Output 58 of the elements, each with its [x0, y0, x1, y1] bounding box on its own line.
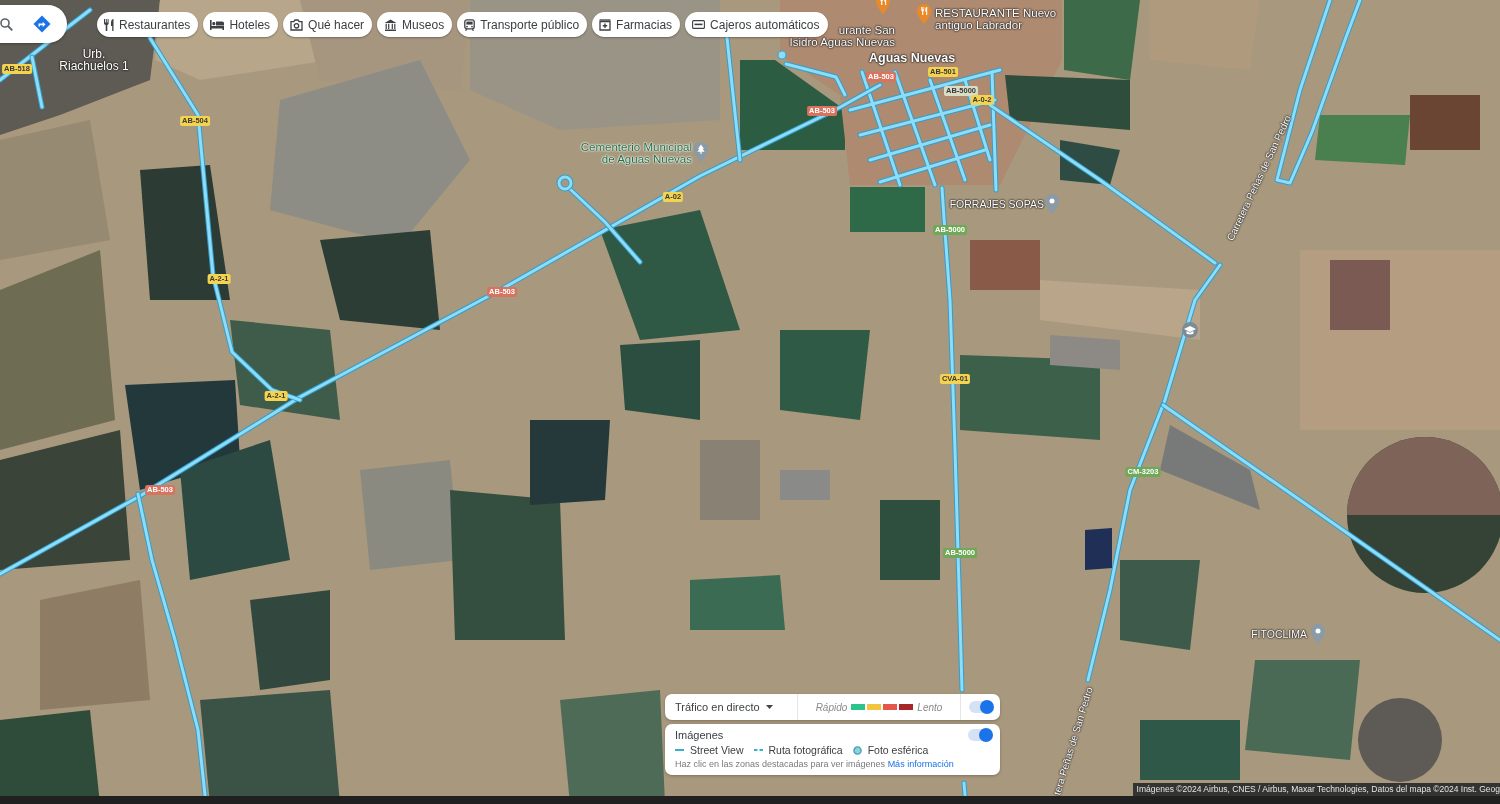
place-label: Riachuelos 1 — [59, 60, 129, 72]
category-chip[interactable]: Farmacias — [592, 12, 681, 37]
legend-label: Foto esférica — [867, 744, 929, 756]
speed-label: Rápido — [815, 701, 848, 713]
museum-icon — [384, 18, 398, 31]
circle-icon — [852, 745, 862, 755]
street-view-line[interactable] — [783, 61, 848, 98]
legend-label: Ruta fotográfica — [768, 744, 843, 756]
tree-pin-icon[interactable] — [694, 142, 708, 162]
place-label[interactable]: FORRAJES SOPAS — [949, 199, 1044, 211]
line-icon — [675, 749, 684, 751]
tram-icon — [464, 18, 476, 31]
directions-icon[interactable] — [33, 15, 51, 33]
bed-icon — [210, 19, 225, 30]
search-icon[interactable] — [0, 17, 13, 31]
graduation-cap-icon[interactable] — [1182, 322, 1198, 338]
layer-title: Imágenes — [675, 729, 724, 741]
street-view-line[interactable] — [147, 35, 303, 403]
fork-knife-pin-icon[interactable] — [876, 0, 890, 14]
place-label[interactable]: antiguo Labrador — [935, 19, 1022, 31]
caret-icon — [765, 705, 773, 709]
camera-icon — [290, 18, 304, 31]
place-label[interactable]: FITOCLIMA — [1251, 629, 1307, 641]
category-chip[interactable]: Museos — [377, 12, 453, 37]
place-label: Urb. — [82, 48, 106, 60]
fork-knife-pin-icon[interactable] — [917, 4, 931, 24]
place-label: Aguas Nuevas — [869, 52, 956, 64]
speed-label: Lento — [917, 701, 943, 713]
atm-icon — [692, 20, 706, 29]
dashed-line-icon — [753, 749, 763, 751]
category-chip[interactable]: Restaurantes — [97, 12, 199, 37]
town-street-grid-drawing[interactable] — [847, 67, 1003, 193]
toggle-switch[interactable] — [968, 701, 993, 713]
pin-icon[interactable] — [1045, 194, 1059, 214]
category-chip[interactable]: Transporte público — [457, 12, 588, 37]
street-view-line[interactable] — [0, 82, 883, 577]
attribution-text: Imágenes ©2024 Airbus, CNES / Airbus, Maxar Technologies, Datos del mapa ©2024 Inst. Geog — [1132, 783, 1500, 796]
street-view-line[interactable] — [567, 186, 643, 265]
place-label[interactable]: Isidro Aguas Nuevas — [789, 36, 895, 48]
category-chip[interactable]: Cajeros automáticos — [685, 12, 828, 37]
road-name-label: tera Peñas de San Pedro — [1051, 685, 1095, 797]
more-info-link[interactable]: Más información — [887, 759, 954, 769]
place-label[interactable]: RESTAURANTE Nuevo — [935, 8, 1057, 20]
street-view-line[interactable] — [29, 54, 45, 110]
toggle-switch[interactable] — [968, 729, 992, 741]
street-view-line[interactable] — [135, 491, 208, 798]
search-field[interactable] — [0, 5, 67, 43]
street-view-line[interactable] — [724, 35, 743, 163]
street-view-line[interactable] — [1085, 262, 1223, 683]
category-chip[interactable]: Qué hacer — [283, 12, 373, 37]
fork-knife-icon — [104, 18, 114, 31]
pharmacy-icon — [599, 18, 612, 31]
traffic-dropdown[interactable]: Tráfico en directo — [665, 694, 798, 720]
place-label[interactable]: urante San — [838, 25, 895, 37]
category-chip[interactable]: Hoteles — [203, 12, 279, 37]
hint-text: Haz clic en las zonas destacadas para ver imágenes Más información — [675, 759, 955, 769]
pin-icon[interactable] — [1311, 624, 1325, 644]
legend-label: Street View — [690, 744, 744, 756]
